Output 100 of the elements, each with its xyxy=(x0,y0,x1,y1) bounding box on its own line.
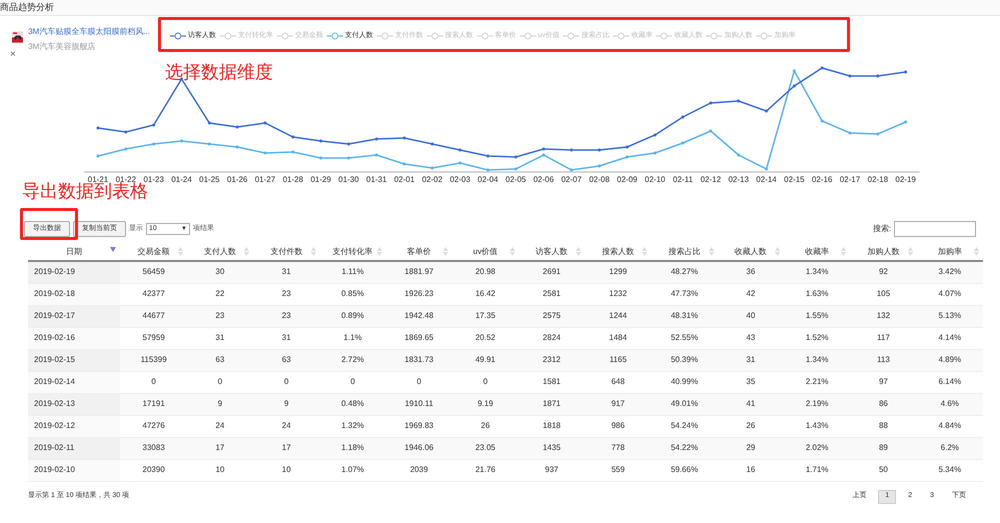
table-cell: 0 xyxy=(253,371,320,393)
column-header[interactable]: 客单价 xyxy=(407,246,432,256)
axis-label: 02-04 xyxy=(478,175,498,184)
table-cell: 6.14% xyxy=(916,371,983,393)
legend-marker-icon xyxy=(477,32,493,40)
table-cell: 1.34% xyxy=(784,261,850,283)
axis-label: 01-24 xyxy=(171,175,192,184)
table-cell: 63 xyxy=(186,349,254,371)
table-cell: 117 xyxy=(850,327,917,349)
column-header[interactable]: 收藏人数 xyxy=(734,246,767,256)
axis-label: 01-22 xyxy=(116,175,136,184)
column-header[interactable]: 交易金额 xyxy=(138,246,170,256)
column-header[interactable]: 搜索占比 xyxy=(668,246,700,256)
table-cell: 2019-02-16 xyxy=(28,327,120,349)
table-cell: 4.14% xyxy=(916,327,983,349)
sort-icon xyxy=(376,247,382,256)
table-cell: 4.6% xyxy=(916,393,983,415)
table-cell: 86 xyxy=(850,393,917,415)
table-cell: 0 xyxy=(120,371,187,393)
sort-icon xyxy=(510,247,515,256)
table-cell: 1581 xyxy=(518,371,585,393)
axis-label: 02-02 xyxy=(422,175,442,184)
table-cell: 1.11% xyxy=(320,261,386,283)
axis-label: 02-11 xyxy=(672,175,693,184)
table-cell: 49.91 xyxy=(452,349,519,371)
table-cell: 2.72% xyxy=(320,349,386,371)
table-cell: 29 xyxy=(718,437,784,459)
legend-marker-icon xyxy=(220,32,236,40)
table-cell: 2019-02-13 xyxy=(28,393,120,415)
table-cell: 1942.48 xyxy=(386,305,452,327)
column-header[interactable]: uv价值 xyxy=(473,246,498,256)
table-cell: 9 xyxy=(253,393,320,415)
axis-label: 02-06 xyxy=(533,175,554,184)
column-header[interactable]: 加购人数 xyxy=(867,246,900,256)
table-cell: 937 xyxy=(518,459,585,481)
search-field[interactable] xyxy=(894,221,976,237)
table-cell: 17 xyxy=(186,437,254,459)
table-cell: 23.05 xyxy=(452,437,519,459)
table-cell: 2019-02-12 xyxy=(28,415,120,437)
table-cell: 2.19% xyxy=(784,393,850,415)
axis-label: 01-21 xyxy=(88,175,108,184)
axis-label: 01-29 xyxy=(310,175,332,184)
column-header[interactable]: 支付人数 xyxy=(204,246,236,256)
table-cell: 21.76 xyxy=(452,459,519,481)
table-cell: 10 xyxy=(186,459,254,481)
table-cell: 50 xyxy=(850,459,917,481)
product-link[interactable]: 3M汽车贴膜全车膜太阳膜前档风... xyxy=(28,26,150,38)
table-cell: 2019-02-17 xyxy=(28,305,120,327)
legend-marker-icon xyxy=(756,32,772,40)
legend-marker-icon xyxy=(277,32,293,40)
table-cell: 20.98 xyxy=(452,261,519,283)
table-cell: 30 xyxy=(186,261,254,283)
table-cell: 54.24% xyxy=(651,415,718,437)
table-cell: 31 xyxy=(186,327,254,349)
table-cell: 10 xyxy=(253,459,320,481)
axis-label: 02-16 xyxy=(812,175,832,184)
sort-icon xyxy=(178,247,183,256)
table-cell: 23 xyxy=(186,305,254,327)
table-cell: 22 xyxy=(186,283,254,305)
table-cell: 88 xyxy=(850,415,917,437)
table-cell: 16.42 xyxy=(452,283,519,305)
column-header[interactable]: 搜索人数 xyxy=(602,246,634,256)
search-label: 搜索: xyxy=(872,223,891,235)
legend-marker-icon xyxy=(427,32,443,40)
sort-icon xyxy=(576,247,581,256)
table-cell: 24 xyxy=(253,415,320,437)
table-cell: 1165 xyxy=(584,349,652,371)
table-cell: 2824 xyxy=(518,327,585,349)
sort-icon xyxy=(841,247,846,256)
table-cell: 105 xyxy=(850,283,917,305)
table-cell: 1871 xyxy=(518,393,585,415)
axis-label: 02-12 xyxy=(700,175,721,184)
column-header[interactable]: 日期 xyxy=(66,246,82,256)
column-header[interactable]: 访客人数 xyxy=(536,246,568,256)
table-cell: 9 xyxy=(186,393,254,415)
axis-label: 02-01 xyxy=(394,175,415,184)
table-cell: 50.39% xyxy=(651,349,718,371)
table-cell: 2019-02-15 xyxy=(28,349,120,371)
column-header[interactable]: 支付转化率 xyxy=(332,246,373,256)
table-cell: 1484 xyxy=(584,327,652,349)
axis-label: 02-07 xyxy=(561,175,582,184)
axis-label: 02-09 xyxy=(616,175,638,184)
sort-icon xyxy=(908,247,913,256)
close-button[interactable]: × xyxy=(10,50,16,60)
table-cell: 26 xyxy=(452,415,519,437)
table-cell: 23 xyxy=(253,305,320,327)
column-header[interactable]: 支付件数 xyxy=(270,246,302,256)
column-header[interactable]: 加购率 xyxy=(938,246,962,256)
table-cell: 0 xyxy=(452,371,519,393)
table-cell: 0.89% xyxy=(320,305,386,327)
legend-marker-icon xyxy=(613,32,630,40)
axis-label: 02-05 xyxy=(506,175,526,184)
table-cell: 1818 xyxy=(518,415,585,437)
table-cell: 40.99% xyxy=(651,371,718,393)
table-cell: 0 xyxy=(386,371,452,393)
table-cell: 92 xyxy=(850,261,917,283)
table-cell: 2039 xyxy=(386,459,452,481)
column-header[interactable]: 收藏率 xyxy=(805,246,830,256)
table-cell: 1.32% xyxy=(320,415,386,437)
table-cell: 4.07% xyxy=(916,283,983,305)
